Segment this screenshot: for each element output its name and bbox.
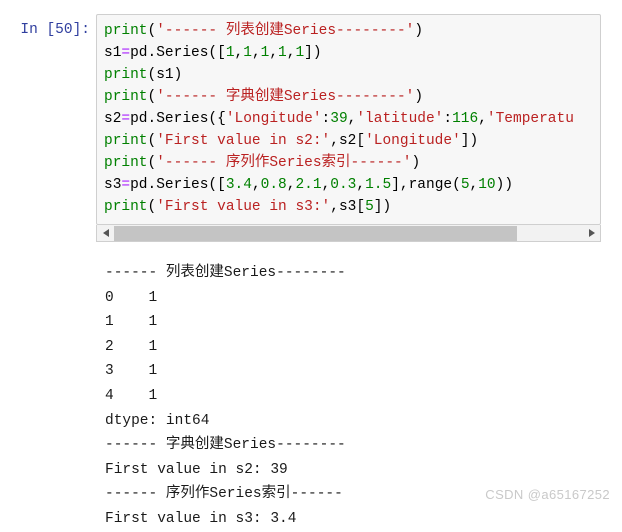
code-line: s1=pd.Series([1,1,1,1,1]) [104, 42, 600, 64]
code-token: 'latitude' [356, 111, 444, 127]
code-token: '------ 列表创建Series--------' [156, 23, 415, 39]
code-token: ,s3[ [330, 199, 366, 215]
scrollbar-thumb[interactable] [114, 225, 518, 241]
code-token: 116 [452, 111, 479, 127]
code-token: ( [147, 89, 157, 105]
code-token: print [104, 89, 148, 105]
code-token: pd.Series([ [130, 177, 226, 193]
code-token: 1.5 [365, 177, 392, 193]
code-token: ( [147, 133, 157, 149]
input-prompt-label: In [50]: [20, 22, 90, 38]
code-token: , [469, 177, 479, 193]
scroll-left-arrow-icon[interactable] [97, 225, 114, 241]
code-token: 2.1 [295, 177, 322, 193]
output-line: ------ 列表创建Series-------- [105, 265, 346, 281]
code-token: pd.Series([ [130, 45, 226, 61]
code-token: , [321, 177, 331, 193]
scrollbar-track[interactable] [114, 225, 583, 241]
code-token: 1 [295, 45, 305, 61]
output-line: ------ 字典创建Series-------- [105, 437, 346, 454]
scroll-right-arrow-icon[interactable] [583, 225, 600, 241]
code-token: , [251, 45, 261, 61]
code-token: ]) [460, 133, 479, 149]
code-editor[interactable]: print('------ 列表创建Series--------') s1=pd.… [96, 14, 601, 225]
code-token: 1 [225, 45, 235, 61]
code-input-wrapper: print('------ 列表创建Series--------') s1=pd.… [96, 14, 601, 242]
code-token: 0.3 [330, 177, 357, 193]
code-token: ( [147, 23, 157, 39]
code-token: , [269, 45, 279, 61]
code-token: : [443, 111, 453, 127]
code-token: '------ 字典创建Series--------' [156, 89, 415, 105]
code-token: ( [147, 199, 157, 215]
code-token: 0.8 [260, 177, 287, 193]
code-token: 10 [478, 177, 496, 193]
code-token: : [321, 111, 331, 127]
notebook-cell-area: In [50]: print('------ 列表创建Series-------… [0, 0, 622, 527]
code-token: s3 [104, 177, 122, 193]
code-token: , [251, 177, 261, 193]
code-token: '------ 序列作Series索引------' [156, 155, 412, 171]
code-line: print('------ 序列作Series索引------') [104, 152, 600, 174]
code-token: 5 [365, 199, 374, 215]
code-token: print [104, 133, 148, 149]
output-line: 2 1 [105, 338, 158, 355]
code-token: s1 [104, 45, 122, 61]
code-token: 39 [330, 111, 348, 127]
code-token: print [104, 155, 148, 171]
csdn-watermark: CSDN @a65167252 [485, 487, 610, 502]
output-line: 0 1 [105, 289, 158, 306]
code-token: 1 [278, 45, 287, 61]
code-token: ) [411, 155, 421, 171]
code-line: print('------ 字典创建Series--------') [104, 86, 600, 108]
code-token: 3.4 [225, 177, 252, 193]
output-line: First value in s3: 3.4 [105, 510, 297, 527]
code-token: , [234, 45, 244, 61]
output-line: 3 1 [105, 363, 158, 380]
code-line: print('First value in s3:',s3[5]) [104, 196, 600, 218]
code-token: = [121, 45, 131, 61]
code-token: 1 [243, 45, 252, 61]
code-token: )) [495, 177, 514, 193]
code-token: s2 [104, 111, 122, 127]
output-line: dtype: int64 [105, 412, 210, 429]
code-token: ]) [304, 45, 322, 61]
code-line: s2=pd.Series({'Longitude':39,'latitude':… [104, 108, 600, 130]
code-line: s3=pd.Series([3.4,0.8,2.1,0.3,1.5],range… [104, 174, 600, 196]
code-token: , [478, 111, 487, 127]
code-token: 5 [460, 177, 470, 193]
code-token: pd.Series({ [130, 111, 226, 127]
code-token: ( [147, 155, 157, 171]
output-line: First value in s2: 39 [105, 461, 288, 478]
code-token: , [356, 177, 366, 193]
code-token: ],range( [391, 177, 461, 193]
code-token: = [121, 111, 131, 127]
code-token: = [121, 177, 131, 193]
output-line: 4 1 [105, 387, 158, 404]
code-token: (s1) [147, 67, 183, 83]
code-line: print(s1) [104, 64, 600, 86]
code-cell: In [50]: print('------ 列表创建Series-------… [0, 14, 622, 242]
code-token: ) [414, 89, 424, 105]
code-token: print [104, 23, 148, 39]
code-token: 'Temperatu [486, 111, 574, 127]
code-horizontal-scrollbar[interactable] [96, 225, 601, 242]
code-line: print('------ 列表创建Series--------') [104, 20, 600, 42]
code-token: ,s2[ [330, 133, 366, 149]
code-token: 'Longitude' [225, 111, 322, 127]
output-line: 1 1 [105, 314, 158, 331]
code-token: 'First value in s3:' [156, 199, 331, 215]
code-line: print('First value in s2:',s2['Longitude… [104, 130, 600, 152]
code-token: print [104, 67, 148, 83]
code-token: ]) [373, 199, 392, 215]
code-token: 'First value in s2:' [156, 133, 331, 149]
code-token: ) [414, 23, 424, 39]
code-token: 'Longitude' [365, 133, 461, 149]
code-token: print [104, 199, 148, 215]
